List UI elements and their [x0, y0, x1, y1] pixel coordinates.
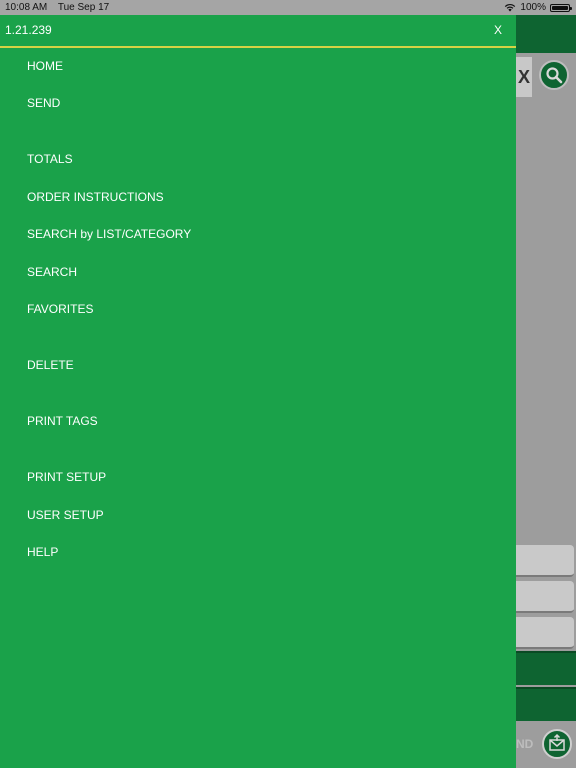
background-header: [516, 15, 576, 53]
clear-search-button[interactable]: X: [516, 57, 532, 97]
search-icon[interactable]: [539, 60, 569, 90]
background-green-button-2[interactable]: [516, 687, 576, 721]
drawer-header: 1.21.239 X: [0, 15, 516, 48]
status-time: 10:08 AM: [5, 2, 48, 13]
background-green-button-1[interactable]: [516, 651, 576, 685]
status-bar: 10:08 AM Tue Sep 17 100%: [0, 0, 576, 15]
menu-item-search-by-list-category[interactable]: SEARCH by LIST/CATEGORY: [27, 227, 191, 241]
app-version: 1.21.239: [5, 23, 52, 37]
menu-item-send[interactable]: SEND: [27, 96, 60, 110]
menu-item-print-tags[interactable]: PRINT TAGS: [27, 414, 98, 428]
battery-percent: 100%: [520, 2, 546, 13]
menu-item-help[interactable]: HELP: [27, 545, 58, 559]
menu-item-totals[interactable]: TOTALS: [27, 152, 73, 166]
status-right: 100%: [504, 0, 572, 15]
menu-item-order-instructions[interactable]: ORDER INSTRUCTIONS: [27, 190, 164, 204]
status-date: Tue Sep 17: [57, 2, 110, 13]
background-send-label: ND: [516, 737, 534, 751]
status-left: 10:08 AM Tue Sep 17: [5, 0, 117, 15]
background-button-3[interactable]: [516, 617, 574, 649]
menu-item-home[interactable]: HOME: [27, 59, 63, 73]
background-button-2[interactable]: [516, 581, 574, 613]
background-button-1[interactable]: [516, 545, 574, 577]
menu-item-favorites[interactable]: FAVORITES: [27, 302, 93, 316]
menu-item-search[interactable]: SEARCH: [27, 265, 77, 279]
wifi-icon: [505, 3, 516, 12]
menu-item-delete[interactable]: DELETE: [27, 358, 74, 372]
close-drawer-button[interactable]: X: [494, 23, 502, 37]
menu-item-print-setup[interactable]: PRINT SETUP: [27, 470, 106, 484]
background-app: X ND: [516, 15, 576, 768]
navigation-drawer: 1.21.239 X HOME SEND TOTALS ORDER INSTRU…: [0, 15, 516, 768]
battery-icon: [550, 3, 572, 12]
menu-item-user-setup[interactable]: USER SETUP: [27, 508, 104, 522]
send-envelope-icon[interactable]: [542, 729, 572, 759]
